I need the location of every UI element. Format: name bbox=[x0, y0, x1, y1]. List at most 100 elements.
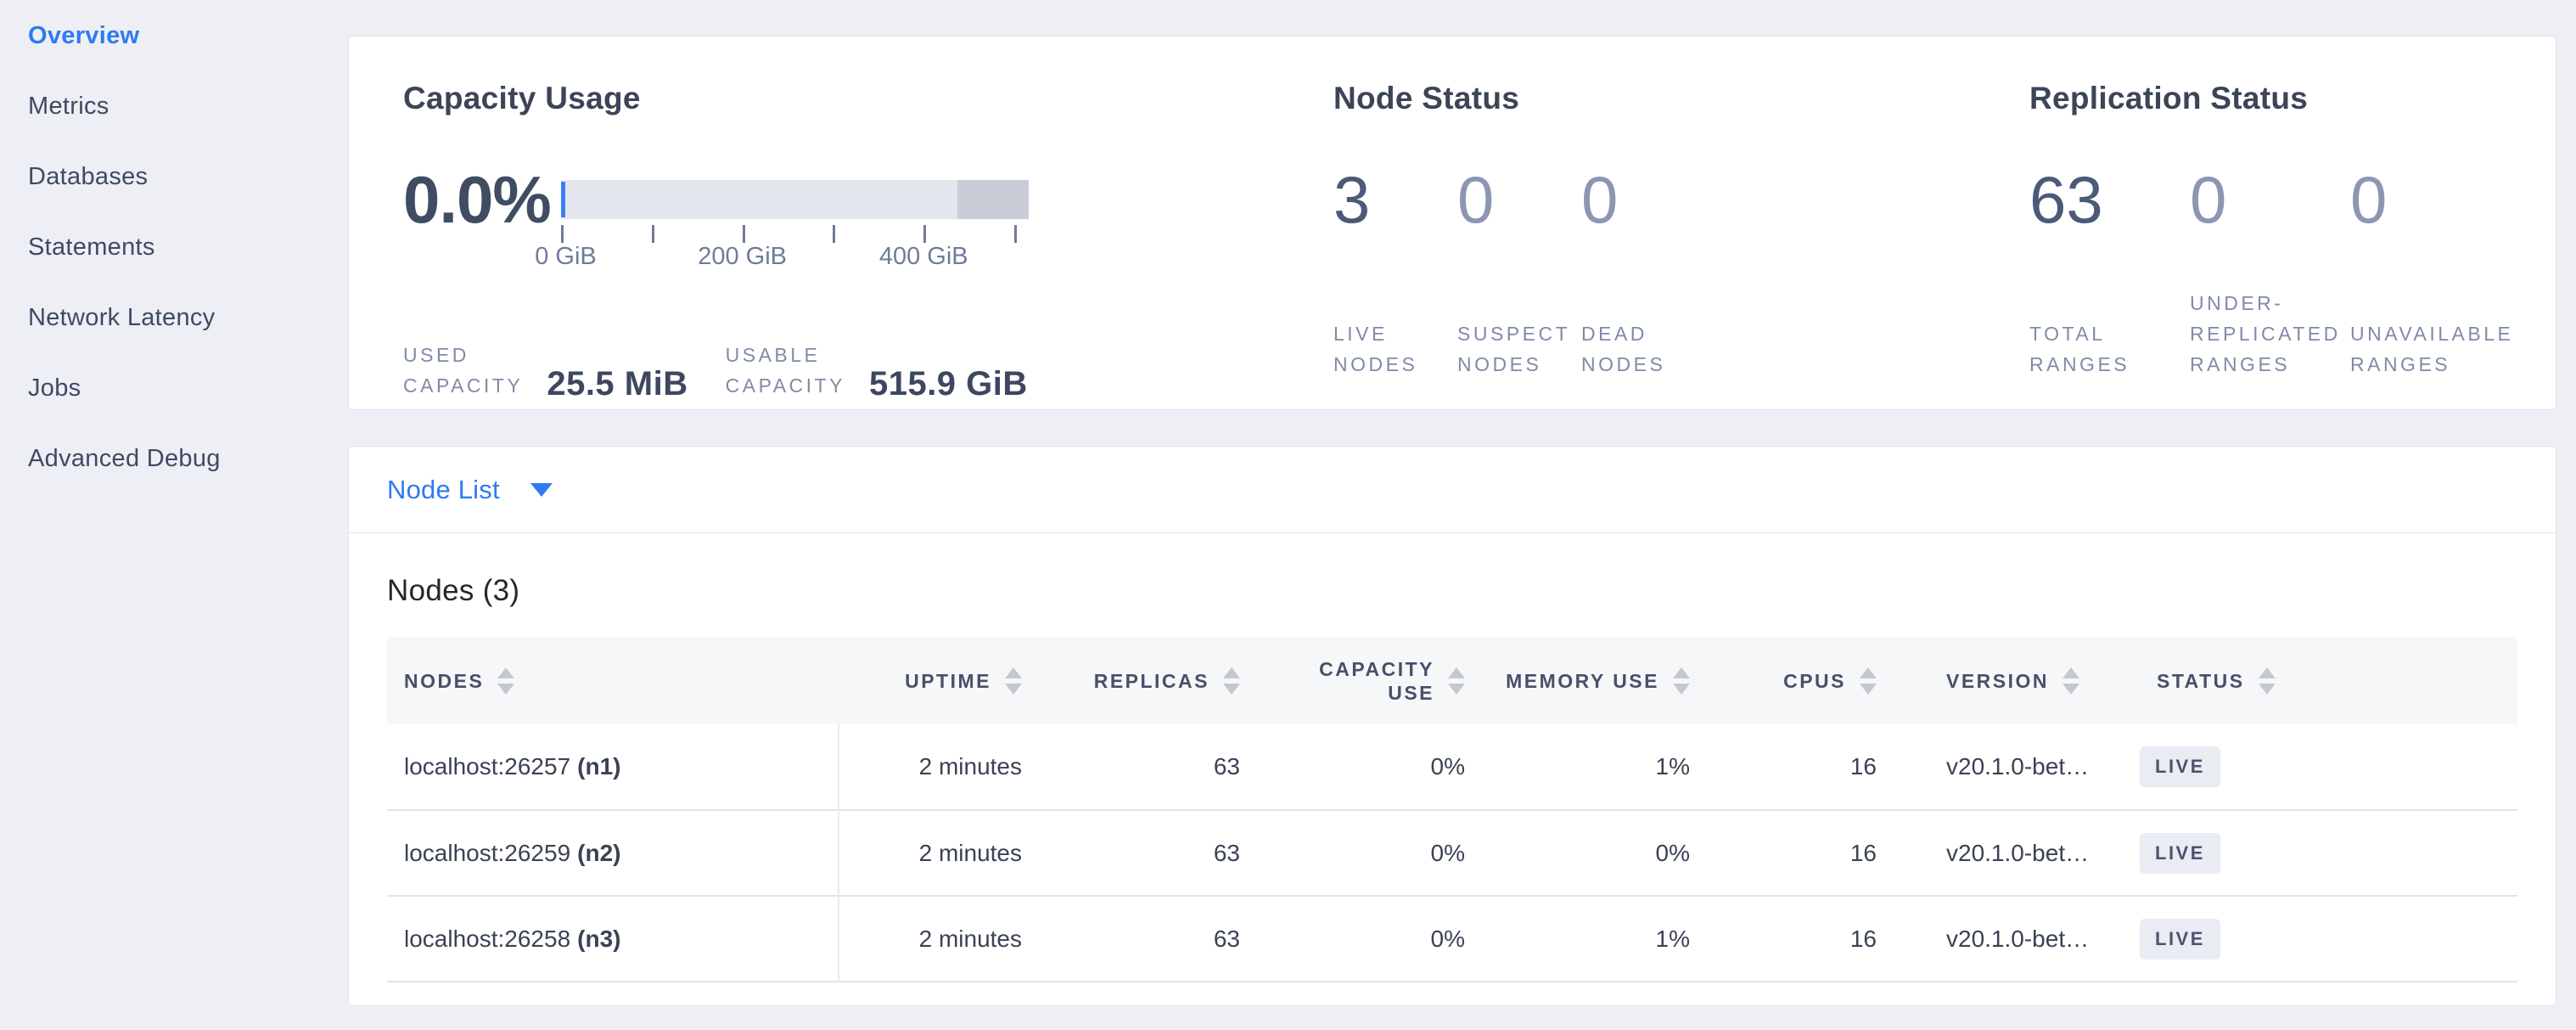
column-header-version[interactable]: VERSION bbox=[1877, 637, 2140, 724]
status-badge: LIVE bbox=[2140, 746, 2220, 787]
column-header-memory-use[interactable]: MEMORY USE bbox=[1465, 637, 1690, 724]
sidebar-item-databases[interactable]: Databases bbox=[28, 164, 348, 190]
node-id: (n2) bbox=[577, 840, 620, 866]
node-status-panel: Node Status 3 0 0 LIVE NODES SUSPECT NOD… bbox=[1333, 81, 2029, 409]
column-header-label: REPLICAS bbox=[1094, 669, 1209, 693]
column-header-replicas[interactable]: REPLICAS bbox=[1022, 637, 1240, 724]
replication-status-panel: Replication Status 63 0 0 TOTAL RANGES U… bbox=[2029, 81, 2556, 409]
gauge-tick-label: 400 GiB bbox=[879, 243, 968, 271]
label-line: NODES bbox=[1457, 349, 1581, 380]
replicas-cell: 63 bbox=[1022, 896, 1240, 982]
table-row-node-3[interactable]: localhost:26258(n3) 2 minutes 63 0% 1% 1… bbox=[387, 896, 2517, 982]
nodes-section: Nodes (3) NODES bbox=[349, 574, 2556, 982]
capacity-use-cell: 0% bbox=[1240, 896, 1465, 982]
node-address-cell: localhost:26257 (n1) bbox=[387, 724, 839, 810]
cpus-cell: 16 bbox=[1690, 810, 1877, 896]
capacity-gauge: 0 GiB 200 GiB 400 GiB bbox=[561, 166, 1029, 273]
capacity-gauge-labels: 0 GiB 200 GiB 400 GiB bbox=[561, 243, 1029, 273]
uptime-cell: 2 minutes bbox=[839, 810, 1022, 896]
memory-use-cell: 1% bbox=[1465, 724, 1690, 810]
live-nodes-value: 3 bbox=[1333, 166, 1457, 234]
node-address: localhost:26257 bbox=[404, 753, 570, 780]
unavailable-ranges-value: 0 bbox=[2350, 166, 2511, 234]
label-line: UNDER- bbox=[2190, 288, 2350, 318]
replicas-cell: 63 bbox=[1022, 810, 1240, 896]
unavailable-ranges-label: UNAVAILABLE RANGES bbox=[2350, 318, 2511, 380]
column-header-capacity-use[interactable]: CAPACITY USE bbox=[1240, 637, 1465, 724]
version-cell: v20.1.0-bet… bbox=[1877, 896, 2140, 982]
used-capacity-label: USED CAPACITY bbox=[403, 340, 523, 401]
sort-arrows-icon bbox=[2062, 667, 2079, 695]
column-header-label: MEMORY USE bbox=[1506, 669, 1659, 693]
memory-use-cell: 1% bbox=[1465, 896, 1690, 982]
node-id: (n3) bbox=[577, 926, 620, 952]
dead-nodes-label: DEAD NODES bbox=[1581, 318, 1705, 380]
used-capacity-value: 25.5 MiB bbox=[547, 367, 687, 401]
usable-capacity-stat: USABLE CAPACITY 515.9 GiB bbox=[726, 340, 1065, 401]
label-line: REPLICATED bbox=[2190, 318, 2350, 349]
under-replicated-ranges-value: 0 bbox=[2190, 166, 2350, 234]
capacity-gauge-reserved-segment bbox=[957, 180, 1029, 219]
sort-arrows-icon bbox=[497, 667, 514, 695]
sidebar-item-advanced-debug[interactable]: Advanced Debug bbox=[28, 446, 348, 472]
gauge-tick bbox=[743, 225, 745, 243]
sidebar-item-network-latency[interactable]: Network Latency bbox=[28, 305, 348, 331]
node-id: (n1) bbox=[577, 753, 620, 780]
capacity-use-cell: 0% bbox=[1240, 724, 1465, 810]
node-status-values: 3 0 0 bbox=[1333, 166, 2029, 234]
node-address: localhost:26258 bbox=[404, 926, 570, 952]
label-line: RANGES bbox=[2029, 349, 2190, 380]
column-header-label: UPTIME bbox=[905, 669, 991, 693]
chevron-down-icon bbox=[530, 483, 553, 497]
sidebar-item-overview[interactable]: Overview bbox=[28, 23, 348, 49]
main-content: Capacity Usage 0.0% bbox=[348, 0, 2576, 1006]
status-badge: LIVE bbox=[2140, 833, 2220, 874]
capacity-gauge-row: 0.0% bbox=[403, 166, 1333, 273]
label-line: CAPACITY bbox=[403, 370, 523, 401]
label-line: LIVE bbox=[1333, 318, 1457, 349]
status-badge: LIVE bbox=[2140, 919, 2220, 960]
node-list-dropdown[interactable]: Node List bbox=[349, 447, 2556, 533]
gauge-tick-label: 0 GiB bbox=[535, 243, 597, 271]
column-header-uptime[interactable]: UPTIME bbox=[839, 637, 1022, 724]
table-row-node-1[interactable]: localhost:26257(n1) 2 minutes 63 0% 1% 1… bbox=[387, 724, 2517, 810]
gauge-tick bbox=[833, 225, 835, 243]
gauge-tick bbox=[1014, 225, 1017, 243]
capacity-usage-panel: Capacity Usage 0.0% bbox=[403, 81, 1333, 409]
status-cell: LIVE bbox=[2140, 896, 2517, 982]
column-header-label: CAPACITY bbox=[1319, 657, 1434, 681]
table-row-node-2[interactable]: localhost:26259(n2) 2 minutes 63 0% 0% 1… bbox=[387, 810, 2517, 896]
sidebar: Overview Metrics Databases Statements Ne… bbox=[0, 0, 348, 1006]
node-status-title: Node Status bbox=[1333, 81, 2029, 116]
cluster-summary-card: Capacity Usage 0.0% bbox=[348, 36, 2556, 410]
sidebar-item-statements[interactable]: Statements bbox=[28, 234, 348, 261]
column-header-nodes[interactable]: NODES bbox=[387, 637, 839, 724]
column-header-cpus[interactable]: CPUS bbox=[1690, 637, 1877, 724]
label-line: DEAD bbox=[1581, 318, 1705, 349]
gauge-tick bbox=[923, 225, 926, 243]
sort-arrows-icon bbox=[1673, 667, 1690, 695]
dead-nodes-value: 0 bbox=[1581, 166, 1705, 234]
cpus-cell: 16 bbox=[1690, 896, 1877, 982]
node-status-labels: LIVE NODES SUSPECT NODES DEAD NODES bbox=[1333, 234, 2029, 380]
gauge-tick bbox=[652, 225, 654, 243]
sidebar-item-jobs[interactable]: Jobs bbox=[28, 375, 348, 402]
live-nodes-label: LIVE NODES bbox=[1333, 318, 1457, 380]
total-ranges-label: TOTAL RANGES bbox=[2029, 318, 2190, 380]
nodes-table: NODES UPTIME bbox=[387, 637, 2517, 982]
status-cell: LIVE bbox=[2140, 724, 2517, 810]
under-replicated-ranges-label: UNDER- REPLICATED RANGES bbox=[2190, 288, 2350, 380]
label-line: USABLE bbox=[726, 340, 845, 370]
column-header-status[interactable]: STATUS bbox=[2140, 637, 2517, 724]
column-header-label: VERSION bbox=[1946, 669, 2049, 693]
sort-arrows-icon bbox=[1223, 667, 1240, 695]
capacity-gauge-bar bbox=[561, 180, 1029, 219]
capacity-stats-row: USED CAPACITY 25.5 MiB USABLE CAPACITY 5… bbox=[403, 273, 1333, 401]
label-line: RANGES bbox=[2190, 349, 2350, 380]
label-line: UNAVAILABLE bbox=[2350, 318, 2511, 349]
capacity-percent-value: 0.0% bbox=[403, 166, 542, 234]
table-header-row: NODES UPTIME bbox=[387, 637, 2517, 724]
sidebar-item-metrics[interactable]: Metrics bbox=[28, 93, 348, 120]
suspect-nodes-label: SUSPECT NODES bbox=[1457, 318, 1581, 380]
label-line: NODES bbox=[1333, 349, 1457, 380]
